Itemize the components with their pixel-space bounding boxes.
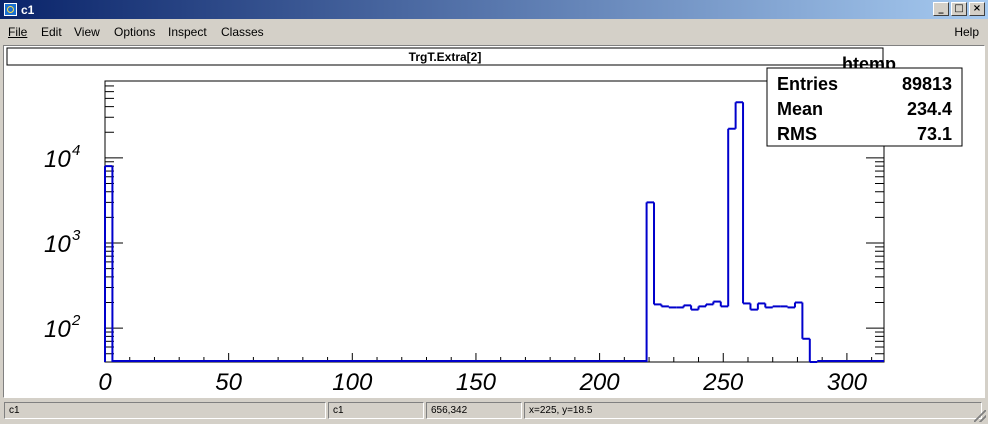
status-bar: c1 c1 656,342 x=225, y=18.5 <box>0 400 988 424</box>
x-tick-label: 0 <box>98 369 112 396</box>
y-tick-label: 10 <box>44 231 71 258</box>
x-tick-label: 50 <box>215 369 242 396</box>
status-pixel-coords: 656,342 <box>426 402 522 419</box>
menu-edit-label: Edit <box>41 25 62 39</box>
y-tick-exponent: 3 <box>72 227 81 244</box>
window-title: c1 <box>21 2 35 17</box>
menu-edit[interactable]: Edit <box>41 25 62 39</box>
menu-inspect[interactable]: Inspect <box>168 25 207 39</box>
stats-label: RMS <box>777 124 817 144</box>
window-controls: _ □ × <box>933 2 985 16</box>
status-canvas: c1 <box>328 402 424 419</box>
minimize-icon[interactable]: _ <box>933 2 949 16</box>
status-data-coords: x=225, y=18.5 <box>524 402 982 419</box>
x-tick-label: 150 <box>456 369 497 396</box>
menu-help[interactable]: Help <box>954 25 979 39</box>
menu-view[interactable]: View <box>74 25 100 39</box>
x-tick-label: 250 <box>702 369 744 396</box>
status-object: c1 <box>4 402 326 419</box>
y-tick-label: 10 <box>44 316 71 343</box>
menu-options[interactable]: Options <box>114 25 155 39</box>
menu-options-label: Options <box>114 25 156 39</box>
root-canvas-icon <box>4 3 17 16</box>
x-tick-label: 200 <box>579 369 621 396</box>
resize-grip-icon[interactable] <box>974 410 986 422</box>
y-tick-label: 10 <box>44 146 71 173</box>
menu-classes-label: Classes <box>221 25 264 39</box>
histogram-plot[interactable]: 0 50 100 150 200 250 30010 210 310 4 TrgT.Extra[2… <box>4 46 984 397</box>
x-tick-label: 300 <box>827 369 868 396</box>
maximize-icon[interactable]: □ <box>951 2 967 16</box>
y-tick-exponent: 4 <box>72 142 80 159</box>
x-tick-label: 100 <box>332 369 373 396</box>
stats-label: Mean <box>777 99 823 119</box>
menu-help-label: Help <box>954 25 979 39</box>
menu-file-label: File <box>8 25 28 39</box>
close-icon[interactable]: × <box>969 2 985 16</box>
window-titlebar[interactable]: c1 _ □ × <box>0 0 988 19</box>
menu-inspect-label: Inspect <box>168 25 207 39</box>
root-canvas[interactable]: 0 50 100 150 200 250 300 10 2 10 3 10 4 TrgT.Extra[2… <box>3 45 985 398</box>
histogram-title: TrgT.Extra[2] <box>409 50 482 64</box>
y-tick-exponent: 2 <box>71 312 81 329</box>
menu-file[interactable]: File <box>8 25 27 39</box>
menu-bar: File Edit View Options Inspect Classes H… <box>0 21 988 43</box>
stats-label: Entries <box>777 74 838 94</box>
stats-value: 89813 <box>902 74 952 94</box>
menu-view-label: View <box>74 25 100 39</box>
menu-classes[interactable]: Classes <box>221 25 264 39</box>
stats-value: 234.4 <box>907 99 952 119</box>
stats-value: 73.1 <box>917 124 952 144</box>
